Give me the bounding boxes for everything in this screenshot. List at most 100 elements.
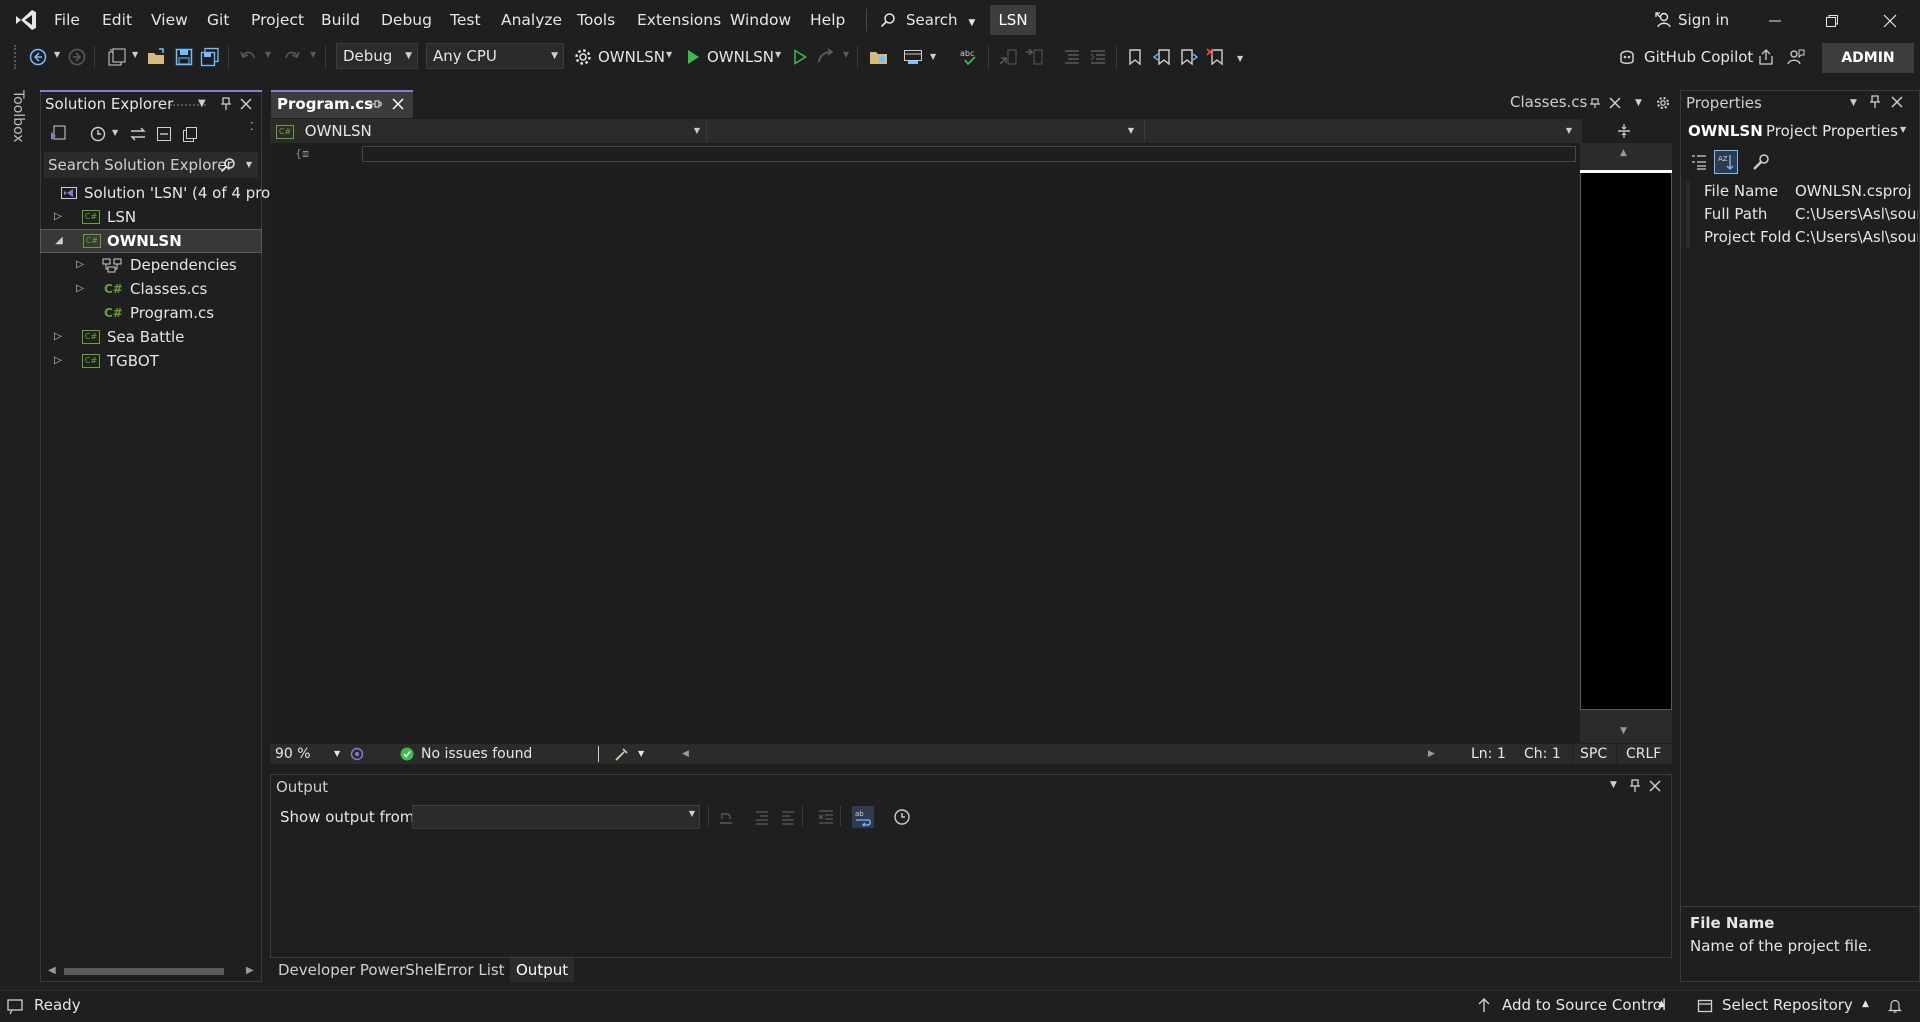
restore-button[interactable] bbox=[1812, 6, 1852, 36]
save-all-icon[interactable] bbox=[199, 46, 221, 68]
expand-icon[interactable]: ▷ bbox=[52, 205, 64, 229]
pin-icon[interactable] bbox=[1628, 779, 1642, 793]
collapse-all-icon[interactable] bbox=[154, 124, 174, 144]
configuration-select[interactable]: Debug ▼ bbox=[336, 43, 418, 69]
new-project-icon[interactable] bbox=[106, 46, 128, 68]
pin-icon[interactable] bbox=[1588, 96, 1602, 110]
menu-tools[interactable]: Tools bbox=[570, 8, 622, 32]
collapse-icon[interactable]: ◢ bbox=[53, 229, 65, 253]
start-without-debugging-icon[interactable] bbox=[789, 46, 811, 68]
chevron-down-icon[interactable]: ▼ bbox=[638, 744, 644, 764]
minimize-button[interactable] bbox=[1755, 6, 1795, 36]
menu-edit[interactable]: Edit bbox=[95, 8, 139, 32]
property-row[interactable]: Full Path C:\Users\Asl\source bbox=[1686, 203, 1918, 226]
scrollbar-thumb[interactable] bbox=[64, 968, 224, 975]
code-lens-icon[interactable]: {⧈ bbox=[295, 147, 309, 161]
close-icon[interactable] bbox=[1890, 95, 1904, 109]
chevron-down-icon[interactable]: ▼ bbox=[1610, 780, 1617, 790]
comment-lines-icon[interactable] bbox=[1061, 46, 1083, 68]
share-icon[interactable] bbox=[1755, 46, 1777, 68]
chevron-down-icon[interactable]: ▼ bbox=[843, 50, 849, 59]
menu-analyze[interactable]: Analyze bbox=[494, 8, 569, 32]
output-window-icon[interactable] bbox=[6, 997, 24, 1015]
tab-error-list[interactable]: Error List bbox=[437, 958, 505, 982]
nav-member-select[interactable]: ▼ bbox=[1148, 120, 1576, 142]
close-icon[interactable] bbox=[1608, 96, 1622, 110]
run-target-button[interactable]: OWNLSN bbox=[707, 46, 774, 68]
toolbar-overflow-icon[interactable]: ▼ bbox=[1237, 54, 1243, 63]
chevron-down-icon[interactable]: ▼ bbox=[198, 98, 206, 109]
github-copilot-icon[interactable] bbox=[1616, 46, 1638, 68]
clock-icon[interactable] bbox=[892, 807, 912, 827]
pin-icon[interactable] bbox=[369, 97, 383, 111]
sign-in-button[interactable]: Sign in bbox=[1654, 8, 1729, 32]
chevron-up-icon[interactable]: ▲ bbox=[1658, 999, 1665, 1009]
show-all-files-icon[interactable] bbox=[180, 124, 200, 144]
tab-classes-cs[interactable]: Classes.cs bbox=[1506, 90, 1628, 118]
solution-node[interactable]: Solution 'LSN' (4 of 4 proje bbox=[58, 181, 284, 205]
feedback-icon[interactable] bbox=[1785, 46, 1807, 68]
menu-debug[interactable]: Debug bbox=[374, 8, 439, 32]
chevron-down-icon[interactable]: ▼ bbox=[112, 128, 118, 137]
github-copilot-button[interactable]: GitHub Copilot bbox=[1644, 46, 1753, 68]
tree-item-sea-battle[interactable]: ▷ C# Sea Battle bbox=[44, 325, 262, 349]
output-source-select[interactable]: ▼ bbox=[412, 805, 700, 829]
whitespace-indicator[interactable]: SPC bbox=[1580, 744, 1607, 764]
solution-search-input[interactable]: Search Solution Explorer ▼ bbox=[44, 152, 258, 178]
tab-output[interactable]: Output bbox=[510, 958, 575, 982]
tab-program-cs[interactable]: Program.cs bbox=[271, 90, 413, 118]
pin-icon[interactable] bbox=[218, 96, 234, 112]
zoom-select[interactable]: 90 % bbox=[275, 744, 311, 764]
tab-developer-powershell[interactable]: Developer PowerShell bbox=[278, 958, 442, 982]
split-window-icon[interactable] bbox=[1614, 122, 1634, 140]
add-to-source-control-button[interactable]: Add to Source Control bbox=[1502, 996, 1666, 1014]
tree-item-ownlsn[interactable]: ◢ C# OWNLSN bbox=[40, 229, 262, 253]
scroll-down-icon[interactable]: ▼ bbox=[1620, 726, 1627, 736]
menu-git[interactable]: Git bbox=[200, 8, 236, 32]
property-row[interactable]: File Name OWNLSN.csproj bbox=[1686, 180, 1918, 203]
navigate-forward-icon[interactable] bbox=[66, 46, 88, 68]
close-icon[interactable] bbox=[238, 96, 254, 112]
chevron-down-icon[interactable]: ▼ bbox=[310, 50, 316, 59]
tree-item-classes-cs[interactable]: ▷ C# Classes.cs bbox=[44, 277, 262, 301]
history-icon[interactable] bbox=[88, 124, 108, 144]
step-over-icon[interactable] bbox=[997, 46, 1019, 68]
menu-view[interactable]: View bbox=[144, 8, 195, 32]
menu-help[interactable]: Help bbox=[803, 8, 852, 32]
select-repository-button[interactable]: Select Repository bbox=[1722, 996, 1853, 1014]
close-window-button[interactable] bbox=[1870, 6, 1910, 36]
code-cleanup-icon[interactable] bbox=[614, 746, 630, 762]
tree-item-tgbot[interactable]: ▷ C# TGBOT bbox=[44, 349, 262, 373]
undo-icon[interactable] bbox=[237, 46, 259, 68]
toolbar-overflow-icon[interactable]: ⁚ bbox=[250, 120, 254, 133]
next-bookmark-icon[interactable] bbox=[1178, 46, 1200, 68]
nav-project-select[interactable]: C# OWNLSN ▼ bbox=[276, 120, 704, 142]
pin-icon[interactable] bbox=[1868, 95, 1882, 109]
line-ending-indicator[interactable]: CRLF bbox=[1626, 744, 1661, 764]
gear-icon[interactable] bbox=[1655, 95, 1671, 111]
chevron-down-icon[interactable]: ▼ bbox=[775, 50, 781, 59]
redo-icon[interactable] bbox=[281, 46, 303, 68]
platform-select[interactable]: Any CPU ▼ bbox=[426, 43, 564, 69]
scroll-left-icon[interactable]: ◀ bbox=[682, 744, 689, 764]
scrollbar-map[interactable] bbox=[1580, 172, 1672, 710]
scroll-left-icon[interactable]: ◀ bbox=[48, 965, 56, 976]
save-icon[interactable] bbox=[173, 46, 195, 68]
search-button[interactable]: Search ▼ bbox=[880, 6, 975, 34]
clear-bookmarks-icon[interactable] bbox=[1205, 46, 1227, 68]
uncomment-lines-icon[interactable] bbox=[1087, 46, 1109, 68]
chevron-down-icon[interactable]: ▼ bbox=[666, 50, 672, 59]
code-editor[interactable] bbox=[270, 143, 1580, 743]
chevron-down-icon[interactable]: ▼ bbox=[132, 50, 138, 59]
line-number[interactable]: Ln: 1 bbox=[1471, 744, 1506, 764]
menu-project[interactable]: Project bbox=[244, 8, 311, 32]
bookmark-icon[interactable] bbox=[1124, 46, 1146, 68]
sync-with-document-icon[interactable] bbox=[128, 124, 148, 144]
expand-icon[interactable]: ▷ bbox=[52, 325, 64, 349]
open-folder-icon[interactable] bbox=[146, 46, 168, 68]
menu-test[interactable]: Test bbox=[443, 8, 488, 32]
scroll-right-icon[interactable]: ▶ bbox=[1428, 744, 1435, 764]
step-into-icon[interactable] bbox=[1023, 46, 1045, 68]
close-icon[interactable] bbox=[1648, 779, 1662, 793]
scroll-up-icon[interactable]: ▲ bbox=[1620, 148, 1627, 158]
